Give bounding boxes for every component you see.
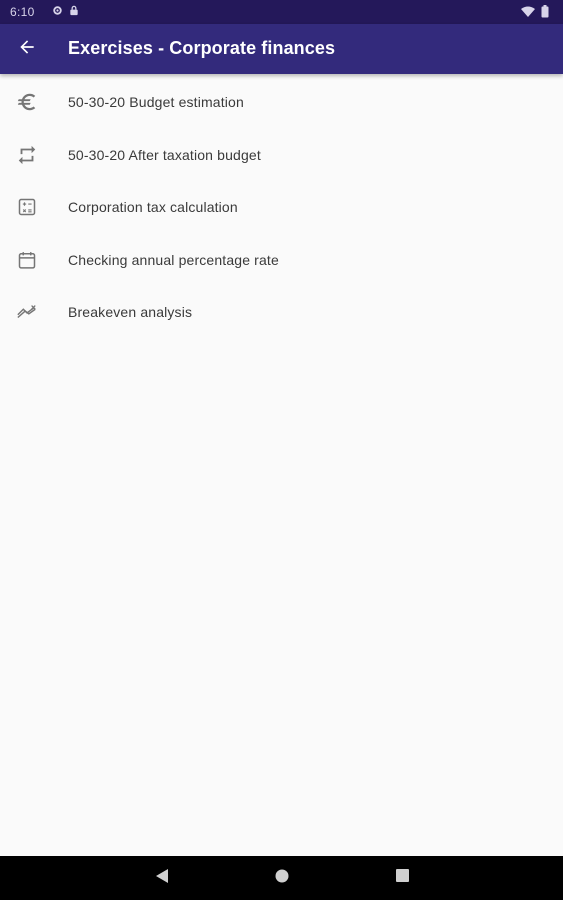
status-time: 6:10 [10,5,35,19]
battery-icon [541,5,549,21]
back-triangle-icon [155,868,169,889]
list-item-label: 50-30-20 Budget estimation [68,94,244,111]
exercise-list: 50-30-20 Budget estimation 50-30-20 Afte… [0,76,563,339]
gear-icon [52,5,63,19]
nav-back-button[interactable] [152,868,172,888]
list-item-budget-estimation[interactable]: 50-30-20 Budget estimation [0,76,563,129]
list-item-label: Corporation tax calculation [68,199,238,216]
app-bar: Exercises - Corporate finances [0,24,563,74]
status-left-icons [52,5,79,19]
status-right-icons [521,5,549,21]
list-item-breakeven-analysis[interactable]: Breakeven analysis [0,286,563,339]
nav-recents-button[interactable] [392,868,412,888]
system-nav-bar [0,856,563,900]
list-item-label: 50-30-20 After taxation budget [68,146,261,163]
lock-icon [69,5,79,19]
page-title: Exercises - Corporate finances [68,38,336,58]
calculator-icon [15,195,39,219]
list-item-after-taxation-budget[interactable]: 50-30-20 After taxation budget [0,129,563,182]
status-bar: 6:10 [0,0,563,24]
home-circle-icon [275,869,289,888]
recents-square-icon [395,869,409,887]
list-item-annual-percentage-rate[interactable]: Checking annual percentage rate [0,234,563,287]
repeat-icon [15,143,39,167]
list-item-label: Breakeven analysis [68,304,193,321]
list-item-label: Checking annual percentage rate [68,251,279,268]
arrow-back-icon [17,37,37,62]
back-button[interactable] [10,32,44,66]
list-item-corporation-tax[interactable]: Corporation tax calculation [0,181,563,234]
calendar-icon [15,248,39,272]
breakeven-chart-icon [15,300,39,324]
euro-icon [15,90,39,114]
wifi-icon [521,6,535,20]
nav-home-button[interactable] [272,868,292,888]
